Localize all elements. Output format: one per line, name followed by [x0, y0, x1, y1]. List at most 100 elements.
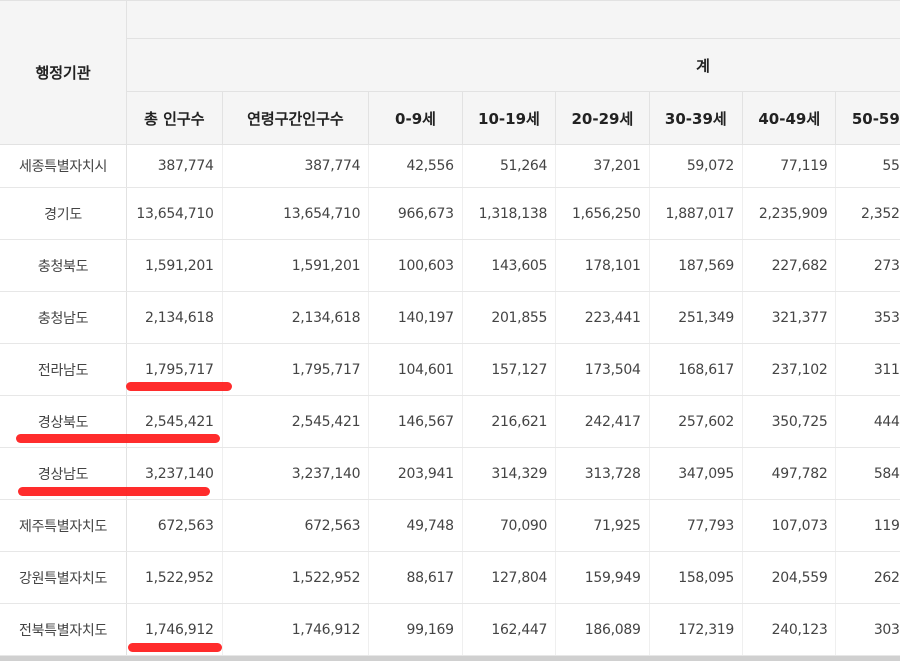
value-cell: 1,746,912: [222, 603, 370, 656]
region-cell: 경기도: [0, 187, 128, 240]
value-cell: 143,605: [462, 239, 557, 292]
value-cell: 49,748: [368, 499, 463, 552]
table-row: 세종특별자치시 387,774 387,774 42,556 51,264 37,201 5…: [0, 144, 900, 188]
value-cell: 311,02: [835, 343, 900, 396]
value-cell: 353,51: [835, 291, 900, 344]
value-cell: 70,090: [462, 499, 557, 552]
value-cell: 77,119: [742, 144, 837, 188]
value-cell: 672,563: [126, 499, 223, 552]
table-row: 경기도 13,654,710 13,654,710 966,673 1,318,138 1…: [0, 187, 900, 240]
header-spacer: [126, 0, 900, 39]
value-cell: 173,504: [555, 343, 650, 396]
column-header: 30-39세: [648, 91, 744, 145]
value-cell: 107,073: [742, 499, 837, 552]
column-header: 총 인구수: [126, 91, 223, 145]
value-cell: 273,60: [835, 239, 900, 292]
value-cell: 1,522,952: [222, 551, 370, 604]
population-table-container: 행정기관 계 총 인구수 연령구간인구수 0-9세 10-19세 20-29세 …: [0, 0, 900, 661]
value-cell: 55,74: [835, 144, 900, 188]
value-cell: 3,237,140: [222, 447, 370, 500]
value-cell: 444,80: [835, 395, 900, 448]
value-cell: 227,682: [742, 239, 837, 292]
value-cell: 146,567: [368, 395, 463, 448]
value-cell: 350,725: [742, 395, 837, 448]
value-cell: 321,377: [742, 291, 837, 344]
value-cell: 77,793: [649, 499, 744, 552]
region-cell: 충청북도: [0, 239, 128, 292]
value-cell: 88,617: [368, 551, 463, 604]
red-highlight-mark: [18, 487, 210, 496]
table-row: 제주특별자치도 672,563 672,563 49,748 70,090 71,925 7…: [0, 499, 900, 552]
region-cell: 제주특별자치도: [0, 499, 128, 552]
table-row: 충청북도 1,591,201 1,591,201 100,603 143,605 178,…: [0, 239, 900, 292]
value-cell: 13,654,710: [222, 187, 370, 240]
value-cell: 387,774: [222, 144, 370, 188]
value-cell: 240,123: [742, 603, 837, 656]
group-header-total: 계: [126, 38, 900, 92]
table-row: 강원특별자치도 1,522,952 1,522,952 88,617 127,804 15…: [0, 551, 900, 604]
value-cell: 158,095: [649, 551, 744, 604]
value-cell: 172,319: [649, 603, 744, 656]
value-cell: 313,728: [555, 447, 650, 500]
column-header: 20-29세: [555, 91, 650, 145]
value-cell: 2,235,909: [742, 187, 837, 240]
region-cell: 세종특별자치시: [0, 144, 128, 188]
value-cell: 1,591,201: [126, 239, 223, 292]
red-highlight-mark: [126, 382, 232, 391]
group-header-label: 계: [696, 56, 710, 75]
value-cell: 119,58: [835, 499, 900, 552]
red-highlight-mark: [16, 434, 220, 443]
column-header: 50-59세: [835, 91, 900, 145]
value-cell: 201,855: [462, 291, 557, 344]
region-cell: 전라남도: [0, 343, 128, 396]
column-header: 10-19세: [461, 91, 557, 145]
value-cell: 100,603: [368, 239, 463, 292]
value-cell: 157,127: [462, 343, 557, 396]
value-cell: 2,352,88: [835, 187, 900, 240]
value-cell: 1,656,250: [555, 187, 650, 240]
value-cell: 1,318,138: [462, 187, 557, 240]
red-highlight-mark: [128, 643, 222, 652]
value-cell: 203,941: [368, 447, 463, 500]
value-cell: 51,264: [462, 144, 557, 188]
value-cell: 42,556: [368, 144, 463, 188]
value-cell: 178,101: [555, 239, 650, 292]
value-cell: 262,49: [835, 551, 900, 604]
value-cell: 303,08: [835, 603, 900, 656]
value-cell: 140,197: [368, 291, 463, 344]
region-cell: 전북특별자치도: [0, 603, 128, 656]
value-cell: 2,134,618: [222, 291, 370, 344]
value-cell: 2,134,618: [126, 291, 223, 344]
value-cell: 71,925: [555, 499, 650, 552]
horizontal-scrollbar[interactable]: [0, 656, 900, 661]
value-cell: 237,102: [742, 343, 837, 396]
column-header: 0-9세: [368, 91, 463, 145]
value-cell: 347,095: [649, 447, 744, 500]
table-header: 행정기관 계 총 인구수 연령구간인구수 0-9세 10-19세 20-29세 …: [0, 0, 900, 145]
table-body: 세종특별자치시 387,774 387,774 42,556 51,264 37,201 5…: [0, 144, 900, 656]
value-cell: 162,447: [462, 603, 557, 656]
value-cell: 159,949: [555, 551, 650, 604]
region-cell: 강원특별자치도: [0, 551, 128, 604]
value-cell: 1,887,017: [649, 187, 744, 240]
value-cell: 672,563: [222, 499, 370, 552]
column-header: 연령구간인구수: [221, 91, 370, 145]
column-header: 40-49세: [742, 91, 837, 145]
value-cell: 497,782: [742, 447, 837, 500]
population-table: 행정기관 계 총 인구수 연령구간인구수 0-9세 10-19세 20-29세 …: [0, 0, 900, 656]
value-cell: 186,089: [555, 603, 650, 656]
value-cell: 966,673: [368, 187, 463, 240]
value-cell: 257,602: [649, 395, 744, 448]
value-cell: 13,654,710: [126, 187, 223, 240]
value-cell: 216,621: [462, 395, 557, 448]
value-cell: 314,329: [462, 447, 557, 500]
value-cell: 104,601: [368, 343, 463, 396]
value-cell: 1,795,717: [222, 343, 370, 396]
region-cell: 충청남도: [0, 291, 128, 344]
table-row: 충청남도 2,134,618 2,134,618 140,197 201,855 223,…: [0, 291, 900, 344]
value-cell: 204,559: [742, 551, 837, 604]
value-cell: 387,774: [126, 144, 223, 188]
value-cell: 242,417: [555, 395, 650, 448]
value-cell: 127,804: [462, 551, 557, 604]
value-cell: 1,591,201: [222, 239, 370, 292]
